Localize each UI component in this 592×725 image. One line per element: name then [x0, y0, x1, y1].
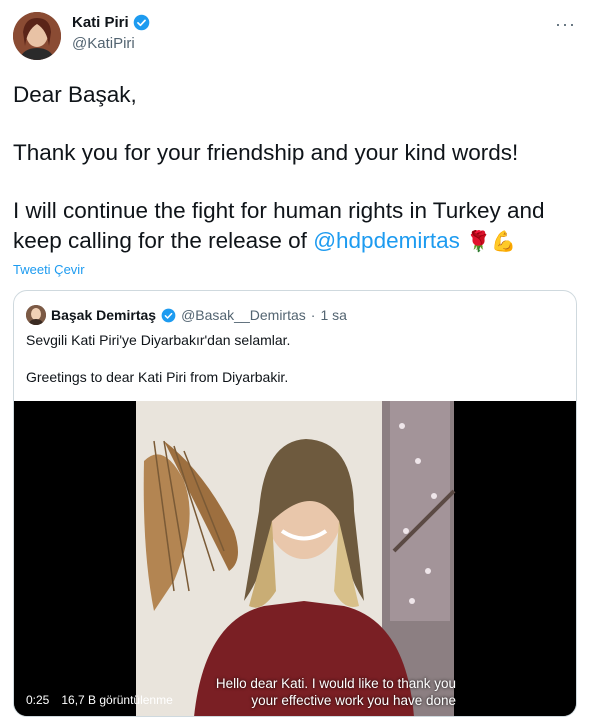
quoted-text-english: Greetings to dear Kati Piri from Diyarba…: [26, 369, 289, 385]
tweet-spacer: [13, 110, 579, 138]
quoted-author-name: Başak Demirtaş: [51, 307, 157, 323]
quoted-tweet-header: Başak Demirtaş @Basak__Demirtas · 1 sa: [26, 305, 347, 325]
video-subtitles: Hello dear Kati. I would like to thank y…: [215, 676, 456, 708]
author-info: Kati Piri @KatiPiri: [72, 14, 150, 52]
rose-emoji: 🌹: [466, 231, 492, 253]
verified-badge-icon: [133, 14, 149, 31]
video-view-count: 16,7 B görüntülenme: [61, 693, 173, 707]
translate-tweet-link[interactable]: Tweeti Çevir: [13, 262, 85, 277]
tweet-spacer: [13, 168, 579, 196]
video-elapsed-time: 0:25: [26, 693, 50, 707]
author-avatar[interactable]: [13, 12, 61, 60]
video-status: 0:25 16,7 B görüntülenme: [26, 693, 173, 707]
quoted-tweet-text: Sevgili Kati Piri'ye Diyarbakır'dan sela…: [26, 331, 566, 387]
video-frame: [14, 401, 576, 716]
video-player[interactable]: Hello dear Kati. I would like to thank y…: [14, 401, 576, 716]
verified-badge-icon: [161, 308, 176, 322]
meta-separator: ·: [310, 307, 316, 323]
quoted-tweet[interactable]: Başak Demirtaş @Basak__Demirtas · 1 sa S…: [13, 290, 577, 717]
tweet-line: Dear Başak,: [13, 82, 137, 107]
quoted-avatar-image: [26, 305, 46, 325]
flexed-biceps-emoji: 💪: [491, 231, 516, 253]
tweet-text: Dear Başak, Thank you for your friendshi…: [13, 80, 579, 257]
quoted-text-turkish: Sevgili Kati Piri'ye Diyarbakır'dan sela…: [26, 332, 291, 348]
quoted-author-handle: @Basak__Demirtas: [181, 307, 306, 323]
author-handle[interactable]: @KatiPiri: [72, 35, 150, 52]
author-avatar-image: [13, 12, 61, 60]
quoted-timestamp: 1 sa: [320, 307, 347, 323]
more-icon[interactable]: ···: [555, 14, 576, 35]
tweet-line: I will continue the fight for human righ…: [13, 198, 545, 253]
tweet-line: Thank you for your friendship and your k…: [13, 140, 519, 165]
quoted-author-avatar: [26, 305, 46, 325]
mention-link[interactable]: @hdpdemirtas: [313, 228, 460, 253]
author-name[interactable]: Kati Piri: [72, 14, 129, 31]
